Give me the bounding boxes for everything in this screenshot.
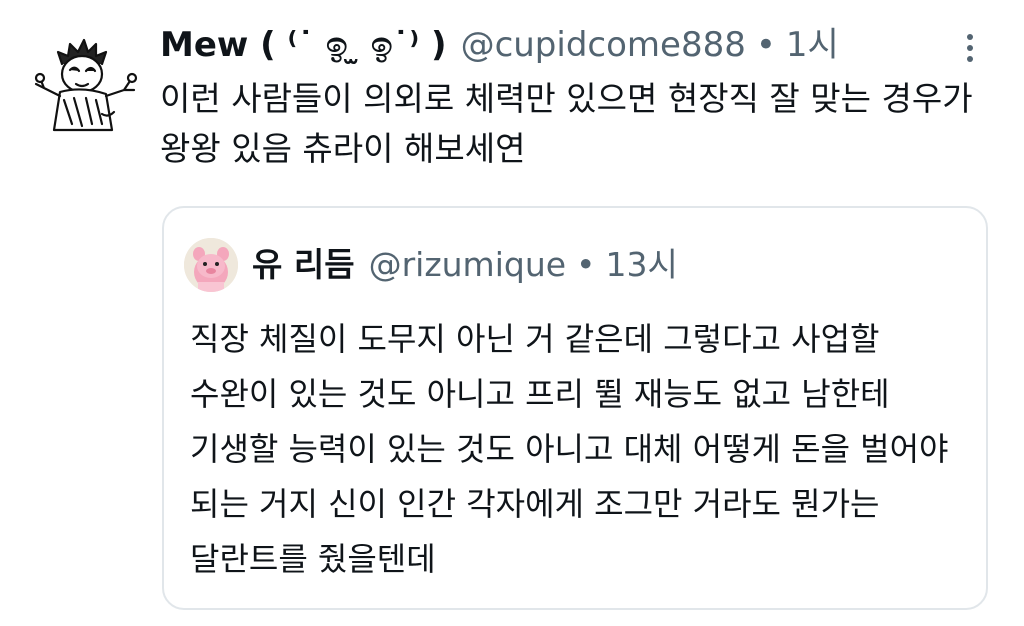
quoted-text-line: 달란트를 줬을텐데 — [190, 540, 436, 578]
more-dot — [967, 45, 973, 51]
quoted-tweet-text: 직장 체질이 도무지 아닌 거 같은데 그렇다고 사업할 수완이 있는 것도 아… — [190, 312, 970, 587]
quoted-tweet-card[interactable]: 유 리듬 @rizumique • 13시 직장 체질이 도무지 아닌 거 같은… — [162, 206, 988, 610]
quoted-user-handle[interactable]: @rizumique — [369, 242, 566, 288]
tweet-header: Mew ( ⁽˙ ඉ ̫ ඉ˙⁾ ) @cupidcome888 • 1시 — [160, 22, 954, 68]
more-dot — [967, 56, 973, 62]
quoted-separator-dot: • — [576, 245, 596, 284]
more-dot — [967, 34, 973, 40]
quoted-text-line: 직장 체질이 도무지 아닌 거 같은데 그렇다고 사업할 — [190, 320, 880, 358]
quoted-display-name[interactable]: 유 리듬 — [252, 242, 355, 288]
more-options-vertical-dots-icon[interactable] — [955, 30, 985, 70]
quoted-text-line: 수완이 있는 것도 아니고 프리 뛸 재능도 없고 남한테 — [190, 375, 890, 413]
avatar-drawing — [34, 38, 138, 132]
quoted-timestamp[interactable]: 13시 — [606, 242, 678, 288]
quoted-text-line: 되는 거지 신이 인간 각자에게 조그만 거라도 뭔가는 — [190, 485, 880, 523]
quoted-text-line: 기생할 능력이 있는 것도 아니고 대체 어떻게 돈을 벌어야 — [190, 430, 949, 468]
user-handle[interactable]: @cupidcome888 — [461, 22, 746, 68]
separator-dot: • — [755, 25, 776, 65]
cartoon-person-avatar-icon[interactable] — [32, 34, 142, 134]
tweet-text-line: 왕왕 있음 츄라이 해보세연 — [160, 129, 526, 168]
quote-avatar-drawing — [184, 238, 238, 292]
pink-character-avatar-icon[interactable] — [184, 238, 238, 292]
display-name[interactable]: Mew ( ⁽˙ ඉ ̫ ඉ˙⁾ ) — [160, 22, 447, 68]
tweet-text-line: 이런 사람들이 의외로 체력만 있으면 현장직 잘 맞는 경우가 — [160, 79, 973, 118]
quoted-tweet-header: 유 리듬 @rizumique • 13시 — [252, 242, 678, 288]
timestamp[interactable]: 1시 — [786, 22, 839, 68]
tweet-text: 이런 사람들이 의외로 체력만 있으면 현장직 잘 맞는 경우가 왕왕 있음 츄… — [160, 74, 990, 174]
